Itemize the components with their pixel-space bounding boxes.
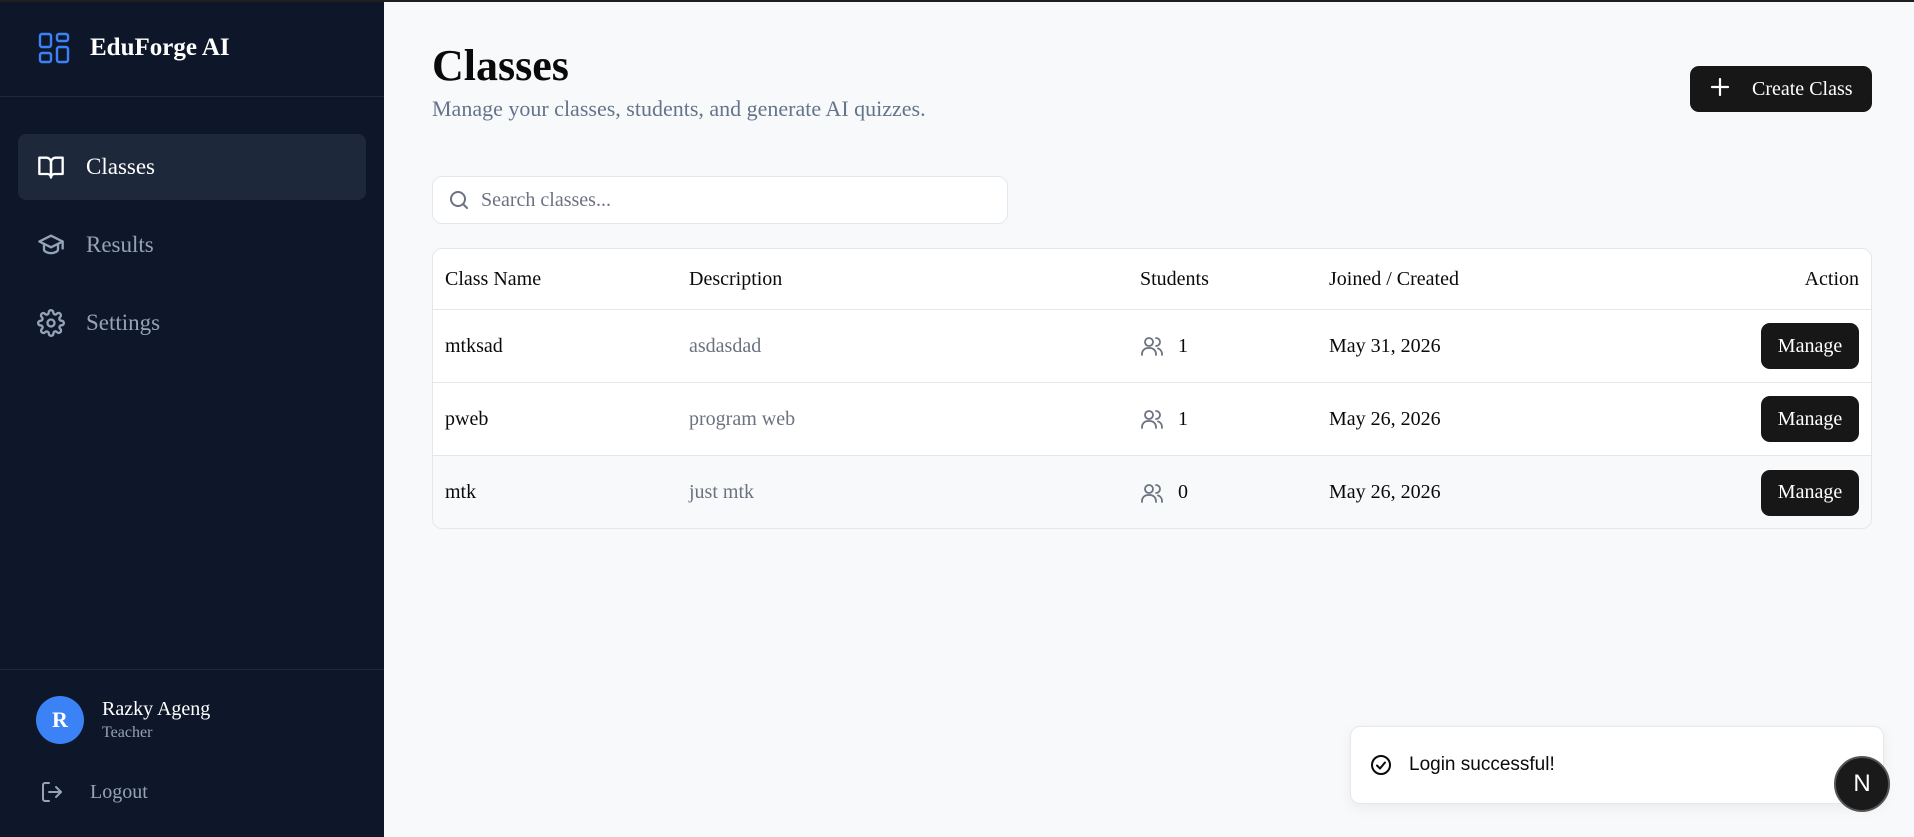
- student-count: 0: [1140, 481, 1188, 505]
- class-description: asdasdad: [689, 334, 762, 357]
- create-class-label: Create Class: [1752, 77, 1853, 100]
- sidebar-item-settings[interactable]: Settings: [18, 290, 366, 356]
- class-description: program web: [689, 407, 796, 430]
- users-icon: [1140, 481, 1164, 505]
- sidebar: EduForge AI Classes Results Settings R R…: [0, 0, 384, 837]
- top-border: [0, 0, 1914, 2]
- sidebar-nav: Classes Results Settings: [0, 97, 384, 356]
- plus-icon: [1710, 76, 1730, 102]
- student-count: 1: [1140, 334, 1188, 358]
- table-header: Class Name Description Students Joined /…: [433, 249, 1871, 310]
- manage-button[interactable]: Manage: [1761, 323, 1859, 369]
- brand: EduForge AI: [0, 0, 384, 97]
- column-header-class-name: Class Name: [445, 267, 542, 290]
- page-subtitle: Manage your classes, students, and gener…: [432, 96, 926, 121]
- sidebar-item-label: Settings: [86, 310, 161, 335]
- class-name: mtk: [445, 481, 477, 503]
- app-name: EduForge AI: [90, 34, 230, 61]
- search-box: [432, 176, 1008, 224]
- column-header-action: Action: [1804, 267, 1859, 290]
- student-count-value: 1: [1178, 407, 1188, 430]
- class-date: May 26, 2026: [1329, 481, 1441, 503]
- book-open-icon: [36, 152, 66, 182]
- sidebar-item-label: Results: [86, 232, 154, 257]
- class-name: mtksad: [445, 334, 503, 357]
- class-date: May 31, 2026: [1329, 334, 1441, 357]
- sidebar-item-label: Classes: [86, 154, 155, 179]
- main-content: Classes Manage your classes, students, a…: [384, 0, 1914, 837]
- manage-button[interactable]: Manage: [1761, 469, 1859, 516]
- gear-icon: [36, 308, 66, 338]
- dashboard-grid-icon: [38, 32, 70, 64]
- graduation-cap-icon: [36, 230, 66, 260]
- sidebar-item-classes[interactable]: Classes: [18, 134, 366, 200]
- toast-message: Login successful!: [1409, 754, 1555, 775]
- user-name: Razky Ageng: [102, 698, 211, 720]
- toast-notification: Login successful!: [1350, 726, 1884, 804]
- classes-table: Class Name Description Students Joined /…: [432, 248, 1872, 529]
- dev-tools-badge[interactable]: N: [1834, 756, 1890, 812]
- table-row: mtksad asdasdad 1 May 31, 2026 Manage: [433, 310, 1871, 383]
- class-name: pweb: [445, 407, 489, 430]
- column-header-date: Joined / Created: [1329, 267, 1459, 290]
- table-row: pweb program web 1 May 26, 2026 Manage: [433, 383, 1871, 456]
- student-count-value: 1: [1178, 334, 1188, 357]
- manage-button[interactable]: Manage: [1761, 396, 1859, 442]
- page-title: Classes: [432, 41, 569, 90]
- student-count-value: 0: [1178, 481, 1188, 503]
- search-input[interactable]: [481, 188, 981, 212]
- table-row: mtk just mtk 0 May 26, 2026 Manage: [433, 456, 1871, 528]
- check-circle-icon: [1369, 753, 1393, 777]
- logout-label: Logout: [90, 780, 148, 803]
- column-header-students: Students: [1140, 267, 1209, 290]
- search-icon: [447, 188, 471, 212]
- column-header-description: Description: [689, 267, 783, 290]
- avatar: R: [36, 696, 84, 744]
- sidebar-item-results[interactable]: Results: [18, 212, 366, 278]
- student-count: 1: [1140, 407, 1188, 431]
- create-class-button[interactable]: Create Class: [1690, 66, 1872, 112]
- users-icon: [1140, 407, 1164, 431]
- sidebar-footer: R Razky Ageng Teacher Logout: [0, 669, 384, 837]
- class-date: May 26, 2026: [1329, 407, 1441, 430]
- class-description: just mtk: [689, 481, 755, 503]
- user-profile: R Razky Ageng Teacher: [36, 696, 210, 744]
- logout-icon: [40, 780, 64, 804]
- logout-button[interactable]: Logout: [40, 780, 148, 804]
- user-role: Teacher: [102, 724, 153, 741]
- users-icon: [1140, 334, 1164, 358]
